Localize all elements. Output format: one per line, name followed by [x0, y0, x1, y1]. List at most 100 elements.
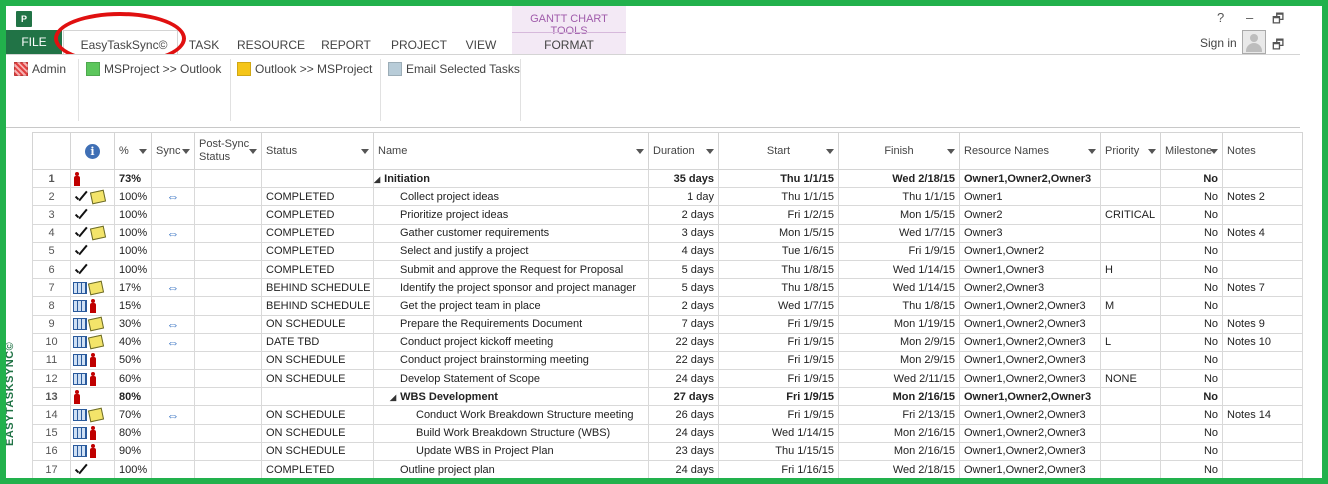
- duration-cell[interactable]: 23 days: [648, 441, 719, 462]
- table-row[interactable]: 3 100% COMPLETED Prioritize project ideas 2 …: [32, 205, 1303, 225]
- resource-names-cell[interactable]: Owner1,Owner2,Owner3: [959, 350, 1101, 371]
- duration-cell[interactable]: 7 days: [648, 314, 719, 334]
- resource-names-cell[interactable]: Owner2: [959, 205, 1101, 225]
- milestone-cell[interactable]: No: [1160, 296, 1223, 316]
- start-header[interactable]: Start: [718, 132, 839, 170]
- row-number[interactable]: 6: [32, 259, 71, 280]
- resource-names-cell[interactable]: Owner1,Owner2,Owner3: [959, 314, 1101, 334]
- pct-complete-cell[interactable]: 100%: [114, 223, 152, 243]
- table-row[interactable]: 16 90% ON SCHEDULE Update WBS in Project Pl…: [32, 441, 1303, 462]
- duration-cell[interactable]: 2 days: [648, 296, 719, 316]
- status-cell[interactable]: DATE TBD: [261, 332, 374, 352]
- sync-cell[interactable]: ⇔: [151, 187, 195, 207]
- finish-cell[interactable]: Mon 1/19/15: [838, 314, 960, 334]
- collapse-toggle-icon[interactable]: ◢: [375, 175, 381, 184]
- status-cell[interactable]: ON SCHEDULE: [261, 441, 374, 462]
- table-row[interactable]: 17 100% COMPLETED Outline project plan 24 da…: [32, 459, 1303, 478]
- indicators-header[interactable]: i: [70, 132, 115, 170]
- notes-cell[interactable]: [1222, 241, 1303, 261]
- collapse-toggle-icon[interactable]: ◢: [390, 393, 396, 402]
- task-name-cell[interactable]: Build Work Breakdown Structure (WBS): [373, 423, 649, 443]
- status-cell[interactable]: ON SCHEDULE: [261, 369, 374, 389]
- table-row[interactable]: 12 60% ON SCHEDULE Develop Statement of Sco…: [32, 369, 1303, 389]
- milestone-header[interactable]: Milestone: [1160, 132, 1223, 170]
- pct-complete-cell[interactable]: 60%: [114, 369, 152, 389]
- table-row[interactable]: 8 15% BEHIND SCHEDULE Get the project team …: [32, 296, 1303, 316]
- resource-names-cell[interactable]: Owner1,Owner2,Owner3: [959, 405, 1101, 425]
- pct-complete-cell[interactable]: 80%: [114, 387, 152, 407]
- post-sync-status-cell[interactable]: [194, 259, 262, 280]
- sync-header[interactable]: Sync: [151, 132, 195, 170]
- task-name-cell[interactable]: Update WBS in Project Plan: [373, 441, 649, 462]
- duration-header[interactable]: Duration: [648, 132, 719, 170]
- priority-cell[interactable]: [1100, 459, 1161, 478]
- row-number[interactable]: 11: [32, 350, 71, 371]
- priority-cell[interactable]: M: [1100, 296, 1161, 316]
- post-sync-status-cell[interactable]: [194, 314, 262, 334]
- duration-cell[interactable]: 5 days: [648, 278, 719, 298]
- status-cell[interactable]: BEHIND SCHEDULE: [261, 296, 374, 316]
- sync-cell[interactable]: [151, 459, 195, 478]
- msproject-to-outlook-button[interactable]: MSProject >> Outlook: [86, 61, 221, 77]
- pct-complete-cell[interactable]: 90%: [114, 441, 152, 462]
- milestone-cell[interactable]: No: [1160, 205, 1223, 225]
- start-cell[interactable]: Fri 1/9/15: [718, 369, 839, 389]
- resource-names-cell[interactable]: Owner1,Owner2,Owner3: [959, 387, 1101, 407]
- start-cell[interactable]: Tue 1/6/15: [718, 241, 839, 261]
- milestone-cell[interactable]: No: [1160, 441, 1223, 462]
- table-row[interactable]: 10 40% ⇔ DATE TBD Conduct project kickoff me…: [32, 332, 1303, 352]
- task-name-cell[interactable]: Select and justify a project: [373, 241, 649, 261]
- start-cell[interactable]: Fri 1/9/15: [718, 314, 839, 334]
- post-sync-status-cell[interactable]: [194, 168, 262, 189]
- milestone-cell[interactable]: No: [1160, 241, 1223, 261]
- minimize-button[interactable]: –: [1246, 10, 1253, 25]
- post-sync-status-cell[interactable]: [194, 369, 262, 389]
- tab-resource[interactable]: RESOURCE: [236, 36, 306, 54]
- table-row[interactable]: 13 80% ◢ WBS Development 27 days Fri 1/9/15 Mo…: [32, 387, 1303, 407]
- row-number[interactable]: 10: [32, 332, 71, 352]
- sync-cell[interactable]: ⇔: [151, 278, 195, 298]
- finish-cell[interactable]: Wed 1/14/15: [838, 259, 960, 280]
- pct-complete-cell[interactable]: 100%: [114, 205, 152, 225]
- milestone-cell[interactable]: No: [1160, 259, 1223, 280]
- post-sync-status-cell[interactable]: [194, 278, 262, 298]
- task-name-cell[interactable]: Gather customer requirements: [373, 223, 649, 243]
- row-number[interactable]: 9: [32, 314, 71, 334]
- priority-cell[interactable]: NONE: [1100, 369, 1161, 389]
- task-name-cell[interactable]: Develop Statement of Scope: [373, 369, 649, 389]
- notes-cell[interactable]: Notes 4: [1222, 223, 1303, 243]
- post-sync-status-cell[interactable]: [194, 296, 262, 316]
- post-sync-status-cell[interactable]: [194, 423, 262, 443]
- milestone-cell[interactable]: No: [1160, 369, 1223, 389]
- post-sync-status-cell[interactable]: [194, 187, 262, 207]
- sync-cell[interactable]: [151, 423, 195, 443]
- resource-names-cell[interactable]: Owner1,Owner3: [959, 259, 1101, 280]
- sync-cell[interactable]: ⇔: [151, 332, 195, 352]
- pct-complete-cell[interactable]: 50%: [114, 350, 152, 371]
- resource-names-header[interactable]: Resource Names: [959, 132, 1101, 170]
- notes-cell[interactable]: [1222, 168, 1303, 189]
- row-number[interactable]: 5: [32, 241, 71, 261]
- status-cell[interactable]: COMPLETED: [261, 241, 374, 261]
- sync-cell[interactable]: [151, 205, 195, 225]
- priority-cell[interactable]: [1100, 405, 1161, 425]
- sync-cell[interactable]: [151, 350, 195, 371]
- row-number[interactable]: 16: [32, 441, 71, 462]
- pct-complete-cell[interactable]: 73%: [114, 168, 152, 189]
- duration-cell[interactable]: 4 days: [648, 241, 719, 261]
- name-header[interactable]: Name: [373, 132, 649, 170]
- notes-cell[interactable]: [1222, 441, 1303, 462]
- duration-cell[interactable]: 22 days: [648, 350, 719, 371]
- pct-complete-cell[interactable]: 15%: [114, 296, 152, 316]
- finish-cell[interactable]: Mon 1/5/15: [838, 205, 960, 225]
- finish-cell[interactable]: Thu 1/1/15: [838, 187, 960, 207]
- notes-cell[interactable]: [1222, 459, 1303, 478]
- tab-task[interactable]: TASK: [182, 36, 226, 54]
- duration-cell[interactable]: 24 days: [648, 369, 719, 389]
- table-row[interactable]: 7 17% ⇔ BEHIND SCHEDULE Identify the project…: [32, 278, 1303, 298]
- priority-cell[interactable]: [1100, 278, 1161, 298]
- task-name-cell[interactable]: Prepare the Requirements Document: [373, 314, 649, 334]
- pct-complete-cell[interactable]: 100%: [114, 459, 152, 478]
- start-cell[interactable]: Fri 1/9/15: [718, 387, 839, 407]
- duration-cell[interactable]: 3 days: [648, 223, 719, 243]
